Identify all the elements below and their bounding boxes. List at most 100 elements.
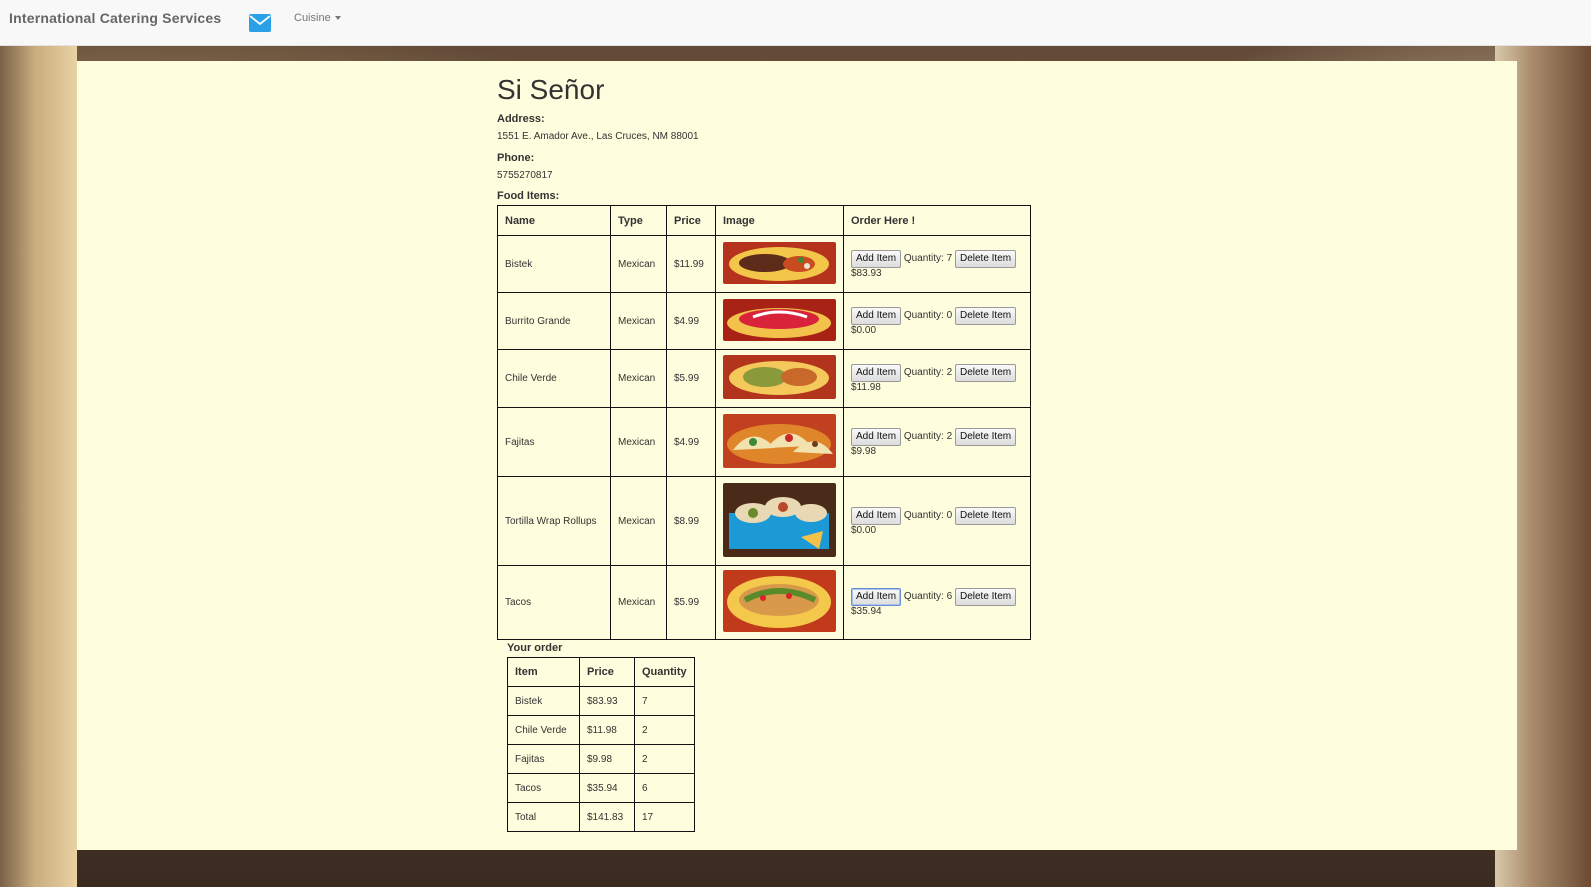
tortilla-wrap-rollups-photo xyxy=(723,482,836,557)
food-type: Mexican xyxy=(610,235,667,293)
order-cell: Add Item Quantity: 2 Delete Item $11.98 xyxy=(843,349,1031,408)
delete-item-button[interactable]: Delete Item xyxy=(954,427,1017,446)
add-item-button[interactable]: Add Item xyxy=(851,249,902,268)
burrito-grande-photo xyxy=(723,298,836,341)
quantity-value: 0 xyxy=(946,309,953,321)
food-type: Mexican xyxy=(610,407,667,477)
column-header-type: Type xyxy=(610,205,667,236)
table-row: Bistek Mexican $11.99 Add Item Quantity:… xyxy=(497,235,1031,293)
brand-link[interactable]: International Catering Services xyxy=(9,10,221,26)
order-cell: Add Item Quantity: 0 Delete Item $0.00 xyxy=(843,476,1031,566)
food-image-cell xyxy=(715,349,844,408)
quantity-value: 2 xyxy=(946,430,953,442)
food-image-cell xyxy=(715,565,844,640)
order-item: Total xyxy=(507,802,580,832)
delete-item-button[interactable]: Delete Item xyxy=(954,306,1017,325)
column-header-order: Order Here ! xyxy=(843,205,1031,236)
delete-item-button[interactable]: Delete Item xyxy=(954,506,1017,525)
quantity-value: 7 xyxy=(946,252,953,264)
restaurant-content: Si Señor Address: 1551 E. Amador Ave., L… xyxy=(497,71,1031,832)
quantity-label: Quantity: xyxy=(903,591,944,602)
order-quantity: 6 xyxy=(634,773,695,803)
order-item: Chile Verde xyxy=(507,715,580,745)
chile-verde-photo xyxy=(723,355,836,399)
order-item: Bistek xyxy=(507,686,580,716)
quantity-label: Quantity: xyxy=(903,509,944,521)
food-type: Mexican xyxy=(610,292,667,350)
quantity-value: 0 xyxy=(946,509,953,521)
food-price: $11.99 xyxy=(666,235,716,293)
table-row: Fajitas $9.98 2 xyxy=(507,744,695,774)
add-item-button[interactable]: Add Item xyxy=(851,427,902,446)
food-image-cell xyxy=(715,292,844,350)
order-quantity: 7 xyxy=(634,686,695,716)
delete-item-button[interactable]: Delete Item xyxy=(954,364,1017,382)
add-item-button[interactable]: Add Item xyxy=(851,588,902,606)
food-name: Bistek xyxy=(497,235,611,293)
navbar: International Catering Services Cuisine xyxy=(0,0,1591,46)
your-order-title: Your order xyxy=(507,642,563,654)
item-subtotal: $11.98 xyxy=(851,382,881,393)
total-row: Total $141.83 17 xyxy=(507,802,695,832)
table-row: Chile Verde Mexican $5.99 Add Item Quant… xyxy=(497,349,1031,408)
order-quantity: 2 xyxy=(634,744,695,774)
add-item-button[interactable]: Add Item xyxy=(851,506,902,525)
food-price: $5.99 xyxy=(666,565,716,640)
phone-label: Phone: xyxy=(497,152,535,164)
food-name: Tacos xyxy=(497,565,611,640)
item-subtotal: $0.00 xyxy=(851,524,877,536)
food-type: Mexican xyxy=(610,476,667,566)
food-price: $5.99 xyxy=(666,349,716,408)
caret-down-icon xyxy=(334,16,341,21)
column-header-price: Price xyxy=(579,657,635,687)
envelope-icon[interactable] xyxy=(249,14,271,32)
order-quantity: 17 xyxy=(634,802,695,832)
phone-value: 5755270817 xyxy=(497,170,553,181)
item-subtotal: $0.00 xyxy=(851,324,877,336)
food-name: Fajitas xyxy=(497,407,611,477)
address-value: 1551 E. Amador Ave., Las Cruces, NM 8800… xyxy=(497,131,699,142)
restaurant-name: Si Señor xyxy=(497,74,605,105)
column-header-price: Price xyxy=(666,205,716,236)
order-cell: Add Item Quantity: 2 Delete Item $9.98 xyxy=(843,407,1031,477)
order-cell: Add Item Quantity: 7 Delete Item $83.93 xyxy=(843,235,1031,293)
delete-item-button[interactable]: Delete Item xyxy=(954,588,1017,606)
quantity-value: 2 xyxy=(946,367,953,378)
table-row: Fajitas Mexican $4.99 Add Item Quantity:… xyxy=(497,407,1031,477)
item-subtotal: $35.94 xyxy=(851,606,882,617)
bistek-photo xyxy=(723,241,836,284)
background-photo-left xyxy=(0,46,77,887)
food-name: Chile Verde xyxy=(497,349,611,408)
quantity-label: Quantity: xyxy=(903,367,944,378)
food-price: $4.99 xyxy=(666,407,716,477)
cuisine-dropdown-label: Cuisine xyxy=(294,12,331,24)
food-items-table: Name Type Price Image Order Here ! Biste… xyxy=(497,205,1031,640)
food-price: $4.99 xyxy=(666,292,716,350)
delete-item-button[interactable]: Delete Item xyxy=(954,249,1017,268)
table-row: Tacos $35.94 6 xyxy=(507,773,695,803)
item-subtotal: $9.98 xyxy=(851,445,877,457)
order-price: $11.98 xyxy=(579,715,635,745)
tacos-photo xyxy=(723,570,836,632)
food-price: $8.99 xyxy=(666,476,716,566)
quantity-label: Quantity: xyxy=(903,252,944,264)
cuisine-dropdown[interactable]: Cuisine xyxy=(294,12,341,24)
food-image-cell xyxy=(715,235,844,293)
column-header-item: Item xyxy=(507,657,580,687)
fajitas-photo xyxy=(723,413,836,468)
column-header-quantity: Quantity xyxy=(634,657,695,687)
add-item-button[interactable]: Add Item xyxy=(851,364,902,382)
order-cell: Add Item Quantity: 0 Delete Item $0.00 xyxy=(843,292,1031,350)
food-image-cell xyxy=(715,407,844,477)
quantity-value: 6 xyxy=(946,591,953,602)
table-row: Bistek $83.93 7 xyxy=(507,686,695,716)
food-name: Tortilla Wrap Rollups xyxy=(497,476,611,566)
order-cell: Add Item Quantity: 6 Delete Item $35.94 xyxy=(843,565,1031,640)
food-type: Mexican xyxy=(610,565,667,640)
food-name: Burrito Grande xyxy=(497,292,611,350)
table-row: Burrito Grande Mexican $4.99 Add Item Qu… xyxy=(497,292,1031,350)
add-item-button[interactable]: Add Item xyxy=(851,306,902,325)
order-item: Fajitas xyxy=(507,744,580,774)
order-price: $141.83 xyxy=(579,802,635,832)
order-price: $83.93 xyxy=(579,686,635,716)
